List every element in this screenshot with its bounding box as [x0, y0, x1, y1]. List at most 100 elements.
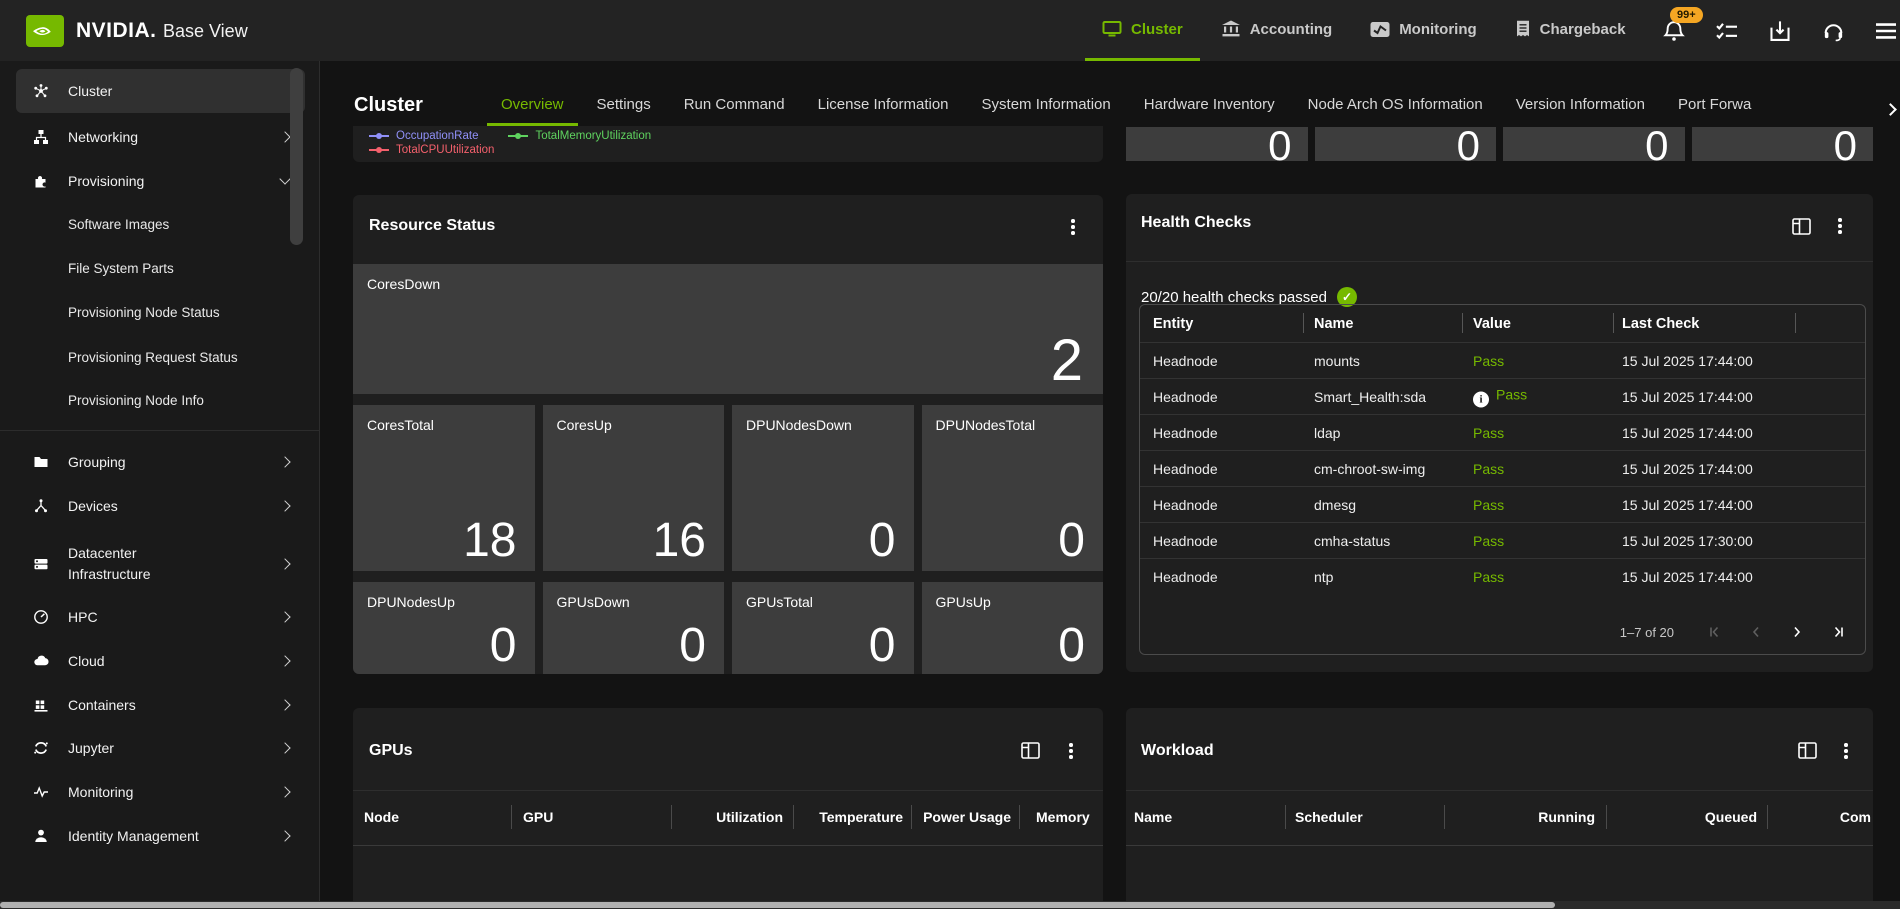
legend-marker-icon	[369, 149, 389, 151]
resource-tile-row-1: CoresTotal 18 CoresUp 16 DPUNodesDown 0 …	[353, 405, 1103, 571]
columns-icon[interactable]	[1792, 218, 1811, 235]
notifications-button[interactable]: 99+	[1662, 19, 1686, 43]
sidebar-item-provisioning-node-info[interactable]: Provisioning Node Info	[16, 378, 305, 422]
table-row[interactable]: Headnode cmha-status Pass 15 Jul 2025 17…	[1140, 522, 1865, 558]
downloads-button[interactable]	[1768, 19, 1792, 43]
legend-occupationrate[interactable]: OccupationRate	[369, 130, 478, 142]
sidebar-item-provisioning-request-status[interactable]: Provisioning Request Status	[16, 335, 305, 379]
download-tray-icon	[1769, 20, 1791, 42]
status-pass: Pass	[1473, 461, 1504, 477]
first-page-icon[interactable]	[1708, 625, 1722, 639]
tab-license-information[interactable]: License Information	[804, 61, 963, 126]
top-navigation: Cluster Accounting Monitoring Chargeback	[1085, 0, 1643, 61]
previous-page-icon[interactable]	[1749, 625, 1763, 639]
last-page-icon[interactable]	[1831, 625, 1845, 639]
table-row[interactable]: Headnode Smart_Health:sda iPass 15 Jul 2…	[1140, 378, 1865, 414]
sidebar-item-devices[interactable]: Devices	[16, 484, 305, 528]
sidebar-item-jupyter[interactable]: Jupyter	[16, 726, 305, 770]
column-header-power-usage[interactable]: Power Usage	[923, 809, 1011, 825]
sidebar-scrollbar[interactable]	[290, 68, 303, 245]
sidebar-item-monitoring[interactable]: Monitoring	[16, 770, 305, 814]
table-row[interactable]: Headnode ldap Pass 15 Jul 2025 17:44:00	[1140, 414, 1865, 450]
card-divider	[1126, 261, 1873, 262]
menu-button[interactable]	[1874, 19, 1898, 43]
column-header-name[interactable]: Name	[1314, 316, 1354, 332]
sidebar-item-software-images[interactable]: Software Images	[16, 202, 305, 246]
table-row[interactable]: Headnode ntp Pass 15 Jul 2025 17:44:00	[1140, 558, 1865, 594]
chevron-right-icon	[279, 500, 290, 511]
topnav-monitoring[interactable]: Monitoring	[1353, 0, 1493, 61]
sidebar-item-hpc[interactable]: HPC	[16, 595, 305, 639]
sidebar-item-file-system-parts[interactable]: File System Parts	[16, 246, 305, 290]
cluster-icon	[33, 83, 49, 99]
tab-settings[interactable]: Settings	[583, 61, 665, 126]
column-header-queued[interactable]: Queued	[1705, 809, 1757, 825]
sidebar-item-identity-management[interactable]: Identity Management	[16, 814, 305, 858]
pagination-range: 1–7 of 20	[1620, 625, 1674, 640]
tab-hardware-inventory[interactable]: Hardware Inventory	[1130, 61, 1289, 126]
column-header-gpu[interactable]: GPU	[523, 809, 553, 825]
chevron-down-icon	[279, 173, 290, 184]
sidebar-item-networking[interactable]: Networking	[16, 115, 305, 159]
sidebar-item-cluster[interactable]: Cluster	[16, 69, 305, 113]
gauge-icon	[33, 609, 49, 625]
column-header-name[interactable]: Name	[1134, 809, 1172, 825]
topnav-cluster[interactable]: Cluster	[1085, 0, 1200, 61]
topnav-chargeback[interactable]: Chargeback	[1498, 0, 1643, 61]
scrollbar-thumb[interactable]	[0, 902, 1555, 908]
pagination: 1–7 of 20	[1620, 618, 1845, 646]
tab-run-command[interactable]: Run Command	[670, 61, 799, 126]
column-header-value[interactable]: Value	[1473, 316, 1511, 332]
sidebar: Cluster Networking Provisioning Software…	[0, 61, 320, 909]
column-header-memory[interactable]: Memory	[1036, 809, 1090, 825]
column-header-utilization[interactable]: Utilization	[716, 809, 783, 825]
status-pass: Pass	[1473, 425, 1504, 441]
column-header-node[interactable]: Node	[364, 809, 399, 825]
status-pass: Pass	[1473, 497, 1504, 513]
containers-icon	[33, 697, 49, 713]
tile-gpusdown: GPUsDown 0	[543, 582, 725, 674]
tab-port-forwarding[interactable]: Port Forwa	[1664, 61, 1765, 126]
tab-node-arch-os-information[interactable]: Node Arch OS Information	[1294, 61, 1497, 126]
tasks-button[interactable]	[1715, 19, 1739, 43]
legend-totalmemoryutilization[interactable]: TotalMemoryUtilization	[508, 130, 651, 142]
sidebar-item-containers[interactable]: Containers	[16, 683, 305, 727]
horizontal-scrollbar[interactable]	[0, 901, 1900, 909]
kebab-menu-icon[interactable]	[1832, 216, 1848, 236]
table-row[interactable]: Headnode mounts Pass 15 Jul 2025 17:44:0…	[1140, 342, 1865, 378]
tabs-overflow-chevron-icon[interactable]	[1884, 103, 1897, 116]
cloud-icon	[33, 653, 49, 669]
sidebar-item-grouping[interactable]: Grouping	[16, 440, 305, 484]
health-checks-title: Health Checks	[1141, 214, 1251, 232]
tab-version-information[interactable]: Version Information	[1502, 61, 1659, 126]
status-tile: 0	[1315, 127, 1497, 161]
next-page-icon[interactable]	[1790, 625, 1804, 639]
sidebar-item-datacenter-infrastructure[interactable]: Datacenter Infrastructure	[16, 534, 305, 594]
table-row[interactable]: Headnode cm-chroot-sw-img Pass 15 Jul 20…	[1140, 450, 1865, 486]
columns-icon[interactable]	[1021, 742, 1040, 759]
tile-corestotal: CoresTotal 18	[353, 405, 535, 571]
column-header-scheduler[interactable]: Scheduler	[1295, 809, 1363, 825]
column-header-running[interactable]: Running	[1538, 809, 1595, 825]
column-header-temperature[interactable]: Temperature	[819, 809, 903, 825]
columns-icon[interactable]	[1798, 742, 1817, 759]
sidebar-item-cloud[interactable]: Cloud	[16, 639, 305, 683]
kebab-menu-icon[interactable]	[1065, 217, 1081, 237]
main-header: Cluster Overview Settings Run Command Li…	[320, 61, 1900, 126]
status-pass: Pass	[1473, 353, 1504, 369]
support-button[interactable]	[1821, 19, 1845, 43]
column-header-entity[interactable]: Entity	[1153, 316, 1193, 332]
kebab-menu-icon[interactable]	[1838, 741, 1854, 761]
column-header-completed[interactable]: Com	[1840, 809, 1871, 825]
tab-system-information[interactable]: System Information	[968, 61, 1125, 126]
sidebar-item-provisioning[interactable]: Provisioning	[16, 159, 305, 203]
column-header-last-check[interactable]: Last Check	[1622, 316, 1699, 332]
legend-totalcpuutilization[interactable]: TotalCPUUtilization	[369, 144, 494, 156]
topnav-accounting[interactable]: Accounting	[1204, 0, 1350, 61]
devices-icon	[33, 498, 49, 514]
table-row[interactable]: Headnode dmesg Pass 15 Jul 2025 17:44:00	[1140, 486, 1865, 522]
tab-overview[interactable]: Overview	[487, 61, 578, 126]
sidebar-item-provisioning-node-status[interactable]: Provisioning Node Status	[16, 290, 305, 334]
kebab-menu-icon[interactable]	[1063, 741, 1079, 761]
info-icon[interactable]: i	[1473, 391, 1489, 407]
